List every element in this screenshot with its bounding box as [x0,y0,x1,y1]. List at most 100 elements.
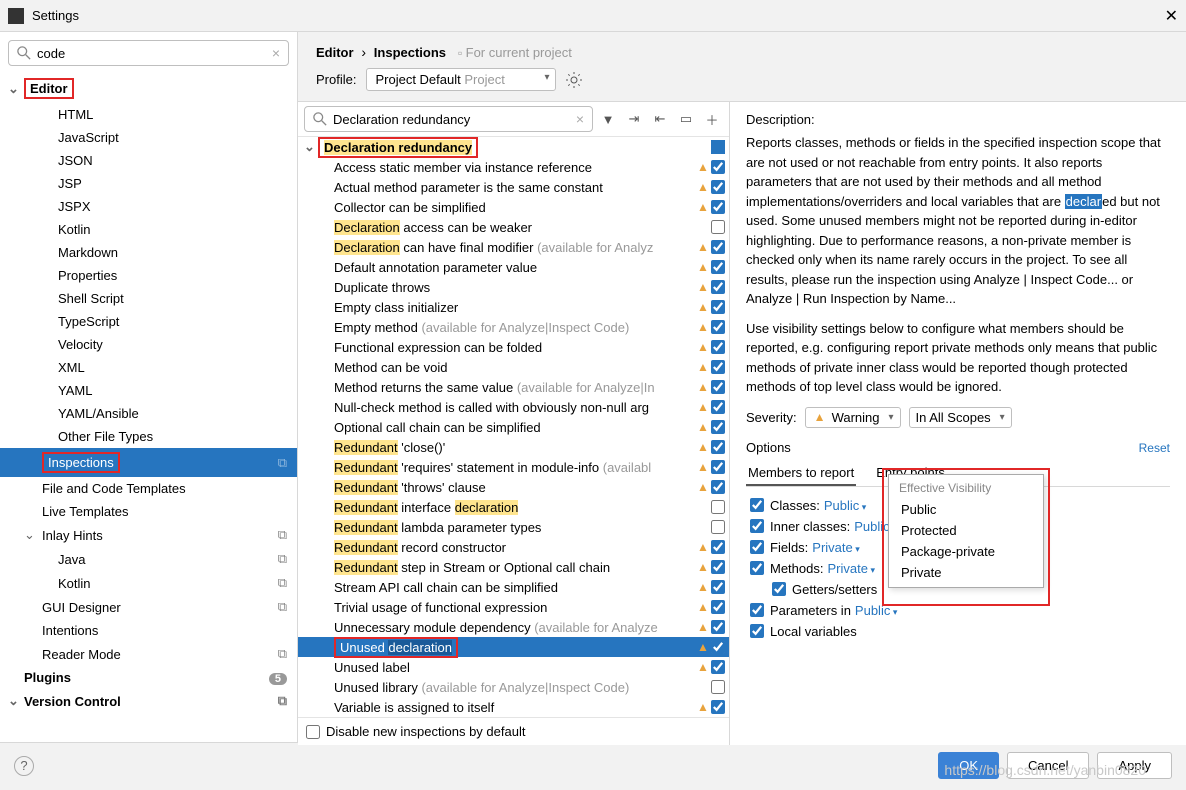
help-button[interactable]: ? [14,756,34,776]
member-checkbox[interactable] [750,540,764,554]
inspection-row[interactable]: Empty class initializer▲ [298,297,729,317]
visibility-link[interactable]: Public [855,603,897,618]
sidebar-item[interactable]: JavaScript [0,126,297,149]
member-checkbox[interactable] [750,561,764,575]
profile-combo[interactable]: Project Default Project [366,68,556,91]
sidebar-item[interactable]: GUI Designer⧉ [0,595,297,619]
sidebar-item[interactable]: ⌄Version Control⧉ [0,689,297,713]
visibility-link[interactable]: Private [827,561,875,576]
sidebar-item[interactable]: JSPX [0,195,297,218]
inspection-checkbox[interactable] [711,160,725,174]
sidebar-item[interactable]: Java⧉ [0,547,297,571]
inspection-checkbox[interactable] [711,360,725,374]
inspection-checkbox[interactable] [711,280,725,294]
inspection-checkbox[interactable] [711,640,725,654]
sidebar-item[interactable]: TypeScript [0,310,297,333]
sidebar-item[interactable]: Kotlin [0,218,297,241]
apply-button[interactable]: Apply [1097,752,1172,779]
inspection-row[interactable]: Access static member via instance refere… [298,157,729,177]
sidebar-item[interactable]: YAML/Ansible [0,402,297,425]
close-icon[interactable]: ✕ [1165,6,1178,26]
sidebar-item[interactable]: JSON [0,149,297,172]
inspection-row[interactable]: Redundant 'close()'▲ [298,437,729,457]
inspection-filter-input[interactable] [333,112,576,127]
sidebar-item[interactable]: ⌄Editor [0,74,297,103]
inspection-row[interactable]: Default annotation parameter value▲ [298,257,729,277]
popup-item-private[interactable]: Private [889,562,1043,583]
cancel-button[interactable]: Cancel [1007,752,1089,779]
filter-icon[interactable]: ▼ [597,108,619,130]
clear-icon[interactable]: × [576,111,584,127]
inspection-row[interactable]: Functional expression can be folded▲ [298,337,729,357]
inspection-row[interactable]: Method can be void▲ [298,357,729,377]
inspection-checkbox[interactable] [711,560,725,574]
inspection-checkbox[interactable] [711,200,725,214]
member-checkbox[interactable] [750,519,764,533]
inspection-row[interactable]: Redundant 'throws' clause▲ [298,477,729,497]
sidebar-item[interactable]: ⌄Inlay Hints⧉ [0,523,297,547]
add-icon[interactable]: ＋ [701,108,723,130]
inspection-checkbox[interactable] [711,220,725,234]
inspection-checkbox[interactable] [711,700,725,714]
sidebar-item[interactable]: Kotlin⧉ [0,571,297,595]
inspection-checkbox[interactable] [711,580,725,594]
sidebar-item[interactable]: Live Templates [0,500,297,523]
member-checkbox[interactable] [750,498,764,512]
inspection-checkbox[interactable] [711,320,725,334]
inspection-checkbox[interactable] [711,520,725,534]
sidebar-item[interactable]: YAML [0,379,297,402]
inspection-checkbox[interactable] [711,460,725,474]
inspection-row[interactable]: Unnecessary module dependency (available… [298,617,729,637]
sidebar-item[interactable]: Markdown [0,241,297,264]
settings-search[interactable]: × [8,40,289,66]
sidebar-item[interactable]: Inspections⧉ [0,448,297,477]
inspection-checkbox[interactable] [711,600,725,614]
inspection-row[interactable]: Optional call chain can be simplified▲ [298,417,729,437]
inspection-row[interactable]: Unused library (available for Analyze|In… [298,677,729,697]
visibility-popup[interactable]: Effective Visibility Public Protected Pa… [888,474,1044,588]
inspection-row[interactable]: Stream API call chain can be simplified▲ [298,577,729,597]
inspection-row[interactable]: Redundant record constructor▲ [298,537,729,557]
inspection-row[interactable]: Null-check method is called with obvious… [298,397,729,417]
inspection-row[interactable]: Declaration access can be weaker [298,217,729,237]
settings-search-input[interactable] [37,46,272,61]
inspection-row[interactable]: Unused label▲ [298,657,729,677]
inspection-row[interactable]: Redundant interface declaration [298,497,729,517]
inspection-group[interactable]: ⌄ Declaration redundancy [298,137,729,157]
sidebar-item[interactable]: Plugins5 [0,666,297,689]
gear-icon[interactable] [566,72,582,88]
inspection-filter[interactable]: × [304,106,593,132]
inspection-row[interactable]: Redundant 'requires' statement in module… [298,457,729,477]
sidebar-item[interactable]: File and Code Templates [0,477,297,500]
inspection-checkbox[interactable] [711,420,725,434]
sidebar-item[interactable]: Reader Mode⧉ [0,642,297,666]
toggle-icon[interactable] [711,140,725,154]
sidebar-item[interactable]: HTML [0,103,297,126]
reset-link[interactable]: Reset [1139,441,1170,455]
member-checkbox[interactable] [750,603,764,617]
inspection-checkbox[interactable] [711,500,725,514]
inspection-checkbox[interactable] [711,240,725,254]
inspection-row[interactable]: Variable is assigned to itself▲ [298,697,729,717]
inspection-checkbox[interactable] [711,680,725,694]
settings-tree[interactable]: ⌄EditorHTMLJavaScriptJSONJSPJSPXKotlinMa… [0,74,297,742]
inspection-checkbox[interactable] [711,540,725,554]
collapse-icon[interactable]: ⇤ [649,108,671,130]
sidebar-item[interactable]: Shell Script [0,287,297,310]
clear-icon[interactable]: × [272,45,280,61]
member-checkbox[interactable] [772,582,786,596]
sidebar-item[interactable]: Intentions [0,619,297,642]
inspection-row[interactable]: Duplicate throws▲ [298,277,729,297]
sidebar-item[interactable]: Velocity [0,333,297,356]
inspection-checkbox[interactable] [711,660,725,674]
inspection-row[interactable]: Trivial usage of functional expression▲ [298,597,729,617]
inspection-row[interactable]: Actual method parameter is the same cons… [298,177,729,197]
inspection-checkbox[interactable] [711,440,725,454]
inspection-checkbox[interactable] [711,340,725,354]
inspection-row[interactable]: Collector can be simplified▲ [298,197,729,217]
tab-members[interactable]: Members to report [746,461,856,486]
popup-item-protected[interactable]: Protected [889,520,1043,541]
visibility-link[interactable]: Private [812,540,860,555]
scope-combo[interactable]: In All Scopes [909,407,1012,428]
sidebar-item[interactable]: JSP [0,172,297,195]
